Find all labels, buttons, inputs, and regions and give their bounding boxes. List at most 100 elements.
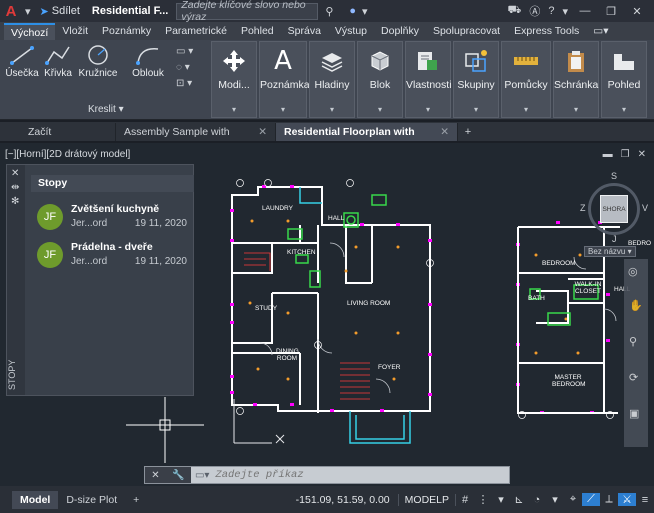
annotation-visibility-icon[interactable]: ⚔ <box>618 493 636 506</box>
tab-sprava[interactable]: Správa <box>281 23 328 40</box>
tab-vystup[interactable]: Výstup <box>328 23 374 40</box>
viewcube-south[interactable]: J <box>612 234 617 244</box>
tab-spolupracovat[interactable]: Spolupracovat <box>426 23 507 40</box>
command-input[interactable] <box>209 469 509 481</box>
palette-autohide-icon[interactable]: ⇹ <box>11 182 19 193</box>
new-layout-button[interactable]: + <box>125 491 147 509</box>
polar-dropdown-icon[interactable]: ▾ <box>546 493 564 506</box>
groups-panel-button[interactable]: Skupiny ▾ <box>453 41 499 118</box>
circle-tool-button[interactable]: Kružnice <box>78 42 118 86</box>
block-dropdown-icon: ▾ <box>377 105 382 114</box>
hatch-tool-icon[interactable]: ⊡ ▾ <box>176 76 193 92</box>
snap-icon[interactable]: ⋮ <box>474 493 492 506</box>
restore-button[interactable]: ❐ <box>602 5 620 18</box>
tab-parametricke[interactable]: Parametrické <box>158 23 234 40</box>
polyline-tool-button[interactable]: Křivka <box>38 42 78 86</box>
properties-dropdown-icon: ▾ <box>425 105 430 114</box>
doc-tab-start[interactable]: Začít <box>20 123 116 141</box>
crosshair-cursor <box>126 397 204 463</box>
tab-doplnky[interactable]: Doplňky <box>374 23 426 40</box>
tab-pohled[interactable]: Pohled <box>234 23 281 40</box>
help-dropdown-icon[interactable]: ▾ <box>562 5 568 18</box>
room-label-foyer: FOYER <box>378 364 401 371</box>
close-button[interactable]: ✕ <box>628 5 646 18</box>
showmotion-icon[interactable]: ▣ <box>629 407 639 420</box>
doc-tab-residential[interactable]: Residential Floorplan with Traces*✕ <box>276 123 458 156</box>
viewcube[interactable]: SHORA S Z V J Bez názvu ▾ <box>580 171 648 257</box>
draw-panel-label[interactable]: Kreslit ▾ <box>88 104 124 115</box>
close-tab-icon[interactable]: ✕ <box>440 123 449 141</box>
drawing-viewport[interactable]: [−][Horní][2D drátový model] ▬ ❐ ✕ LAUND… <box>0 143 654 486</box>
orbit-icon[interactable]: ⟳ <box>629 371 638 384</box>
share-button[interactable]: ➤ Sdílet <box>40 5 80 18</box>
utilities-panel-button[interactable]: Pomůcky ▾ <box>501 41 551 118</box>
viewcube-ucs-menu[interactable]: Bez názvu ▾ <box>584 246 636 257</box>
zoom-icon[interactable]: ⚲ <box>629 335 637 348</box>
dynamic-input-icon[interactable]: ⊾ <box>510 493 528 506</box>
cart-icon[interactable]: ⛟ <box>508 4 522 18</box>
layers-panel-button[interactable]: Hladiny ▾ <box>309 41 355 118</box>
tab-vlozit[interactable]: Vložit <box>55 23 95 40</box>
search-input[interactable]: Zadejte klíčové slovo nebo výraz <box>176 0 319 23</box>
autocad-logo-icon[interactable]: A <box>0 0 22 22</box>
arc-tool-button[interactable]: Oblouk <box>128 42 168 86</box>
polar-tracking-icon[interactable]: ◔ <box>528 494 546 506</box>
file-title: Residential F... <box>91 5 169 17</box>
line-tool-button[interactable]: Úsečka <box>2 42 42 86</box>
title-bar: A ▾ ➤ Sdílet Residential F... Zadejte kl… <box>0 0 654 23</box>
user-dropdown-icon[interactable]: ▾ <box>359 5 371 18</box>
block-panel-button[interactable]: Blok ▾ <box>357 41 403 118</box>
close-tab-icon[interactable]: ✕ <box>258 123 267 141</box>
annotation-scale-icon[interactable]: ⟂ <box>600 493 618 506</box>
clipboard-panel-button[interactable]: Schránka ▾ <box>553 41 599 118</box>
snap-dropdown-icon[interactable]: ▾ <box>492 493 510 506</box>
view-dropdown-icon: ▾ <box>621 105 626 114</box>
user-icon[interactable]: ● <box>346 5 359 17</box>
doc-tab-assembly[interactable]: Assembly Sample with Traces*✕ <box>116 123 276 156</box>
model-space-toggle[interactable]: MODELP <box>397 493 456 506</box>
annotation-dropdown-icon: ▾ <box>280 105 285 114</box>
customize-menu-icon[interactable]: ≡ <box>636 494 654 506</box>
trace-item[interactable]: JF Prádelna - dveře Jer...ord 19 11, 202… <box>37 239 193 275</box>
tab-poznamky[interactable]: Poznámky <box>95 23 158 40</box>
viewcube-north[interactable]: S <box>611 171 617 181</box>
utilities-dropdown-icon: ▾ <box>523 105 528 114</box>
search-icon[interactable]: ⚲ <box>322 5 336 18</box>
properties-panel-button[interactable]: Vlastnosti ▾ <box>405 41 452 118</box>
quick-access-dropdown-icon[interactable]: ▾ <box>22 5 34 18</box>
palette-close-icon[interactable]: ✕ <box>11 168 19 179</box>
viewcube-face-top[interactable]: SHORA <box>600 195 628 223</box>
osnap-icon[interactable]: ⌖ <box>564 493 582 506</box>
layout-tab-dsize-plot[interactable]: D-size Plot <box>58 491 125 509</box>
cursor-coordinates[interactable]: -151.09, 51.59, 0.00 <box>296 494 398 506</box>
measure-icon <box>514 57 538 65</box>
grid-icon[interactable]: # <box>456 494 474 506</box>
viewcube-west[interactable]: Z <box>580 203 586 213</box>
modify-panel-button[interactable]: Modi... ▾ <box>211 41 257 118</box>
palette-settings-icon[interactable]: ✻ <box>11 196 19 207</box>
help-icon[interactable]: ? <box>548 5 554 17</box>
traces-header: Stopy <box>31 175 194 192</box>
pan-icon[interactable]: ✋ <box>629 299 643 312</box>
command-settings-icon[interactable]: 🔧 <box>172 470 184 481</box>
rectangle-tool-icon[interactable]: ▭ ▾ <box>176 44 193 60</box>
view-panel-button[interactable]: Pohled ▾ <box>601 41 647 118</box>
autodesk-app-icon[interactable]: Ⓐ <box>529 3 540 19</box>
room-label-hall: HALL <box>328 215 345 222</box>
ribbon-options-icon[interactable]: ▭▾ <box>586 23 615 40</box>
ellipse-tool-icon[interactable]: ◌ ▾ <box>176 60 193 76</box>
tab-express-tools[interactable]: Express Tools <box>507 23 586 40</box>
room-label-laundry: LAUNDRY <box>262 205 293 212</box>
layout-tab-model[interactable]: Model <box>12 490 59 509</box>
trace-item[interactable]: JF Zvětšení kuchyně Jer...ord 19 11, 202… <box>37 201 193 237</box>
kitchen-cabinets <box>244 252 271 271</box>
isodraft-icon[interactable]: ⟋ <box>582 493 600 506</box>
viewcube-east[interactable]: V <box>642 203 648 213</box>
minimize-button[interactable]: — <box>576 5 594 17</box>
annotation-panel-button[interactable]: A Poznámka ▾ <box>259 41 310 118</box>
document-tabs: Začít Assembly Sample with Traces*✕ Resi… <box>0 122 654 156</box>
steering-wheel-icon[interactable]: ◎ <box>628 265 638 278</box>
command-close-icon[interactable]: ✕ <box>151 470 159 481</box>
new-tab-button[interactable]: + <box>458 123 478 141</box>
tab-vychozi[interactable]: Výchozí <box>4 23 56 40</box>
